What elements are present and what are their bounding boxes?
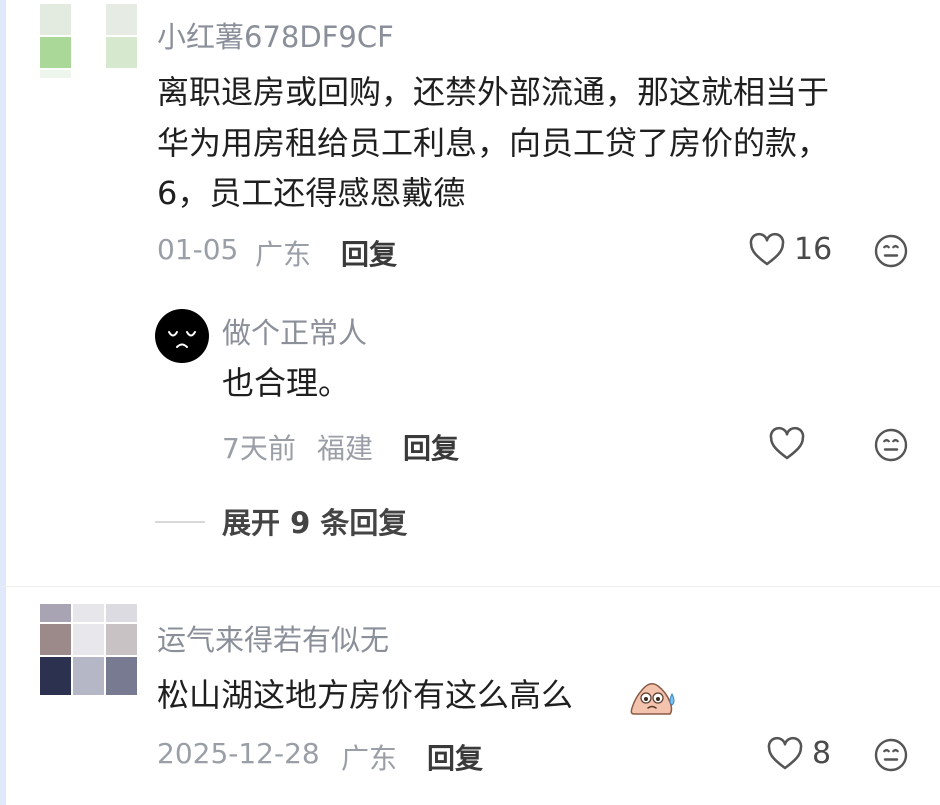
reply-time: 7天前 [222, 432, 296, 465]
reply-location: 福建 [317, 432, 374, 465]
comment-username[interactable]: 小红薯678DF9CF [157, 14, 394, 56]
sweat-emoji-icon [628, 674, 678, 722]
reply-button[interactable]: 回复 [427, 737, 483, 777]
heart-outline-icon [749, 232, 785, 266]
heart-outline-icon [769, 426, 805, 460]
expand-divider-line [155, 521, 205, 523]
expand-replies-button[interactable]: 展开 9 条回复 [222, 500, 407, 542]
like-button[interactable]: 16 [748, 231, 832, 267]
comment-date: 2025-12-28 [157, 737, 320, 770]
react-button[interactable] [873, 233, 909, 269]
comment-location: 广东 [341, 742, 398, 775]
avatar[interactable] [40, 604, 137, 695]
smiley-face-icon [874, 428, 908, 462]
reply-username[interactable]: 做个正常人 [222, 310, 367, 352]
like-count: 8 [812, 735, 832, 771]
left-edge-strip [0, 0, 6, 805]
smiley-face-icon [874, 234, 908, 268]
comment-location: 广东 [255, 238, 312, 271]
comment-username[interactable]: 运气来得若有似无 [157, 617, 389, 659]
comment-text-line: 离职退房或回购，还禁外部流通，那这就相当于 [157, 73, 830, 111]
like-button[interactable] [768, 425, 806, 461]
smiley-face-icon [874, 738, 908, 772]
comment-divider [0, 586, 940, 587]
comment-date: 01-05 [157, 233, 239, 266]
comment-text-line: 6，员工还得感恩戴德 [157, 174, 466, 212]
black-face-avatar [168, 331, 196, 348]
heart-outline-icon [767, 736, 803, 770]
react-button[interactable] [873, 737, 909, 773]
comment-text-line: 华为用房租给员工利息，向员工贷了房价的款， [157, 124, 830, 162]
like-button[interactable]: 8 [766, 735, 831, 771]
reply-button[interactable]: 回复 [403, 427, 459, 467]
react-button[interactable] [873, 427, 909, 463]
avatar[interactable] [155, 309, 209, 363]
reply-button[interactable]: 回复 [341, 233, 397, 273]
reply-text: 也合理。 [222, 364, 351, 402]
comment-text-line: 松山湖这地方房价有这么高么 [157, 676, 574, 714]
avatar[interactable] [40, 4, 137, 78]
like-count: 16 [794, 231, 833, 267]
